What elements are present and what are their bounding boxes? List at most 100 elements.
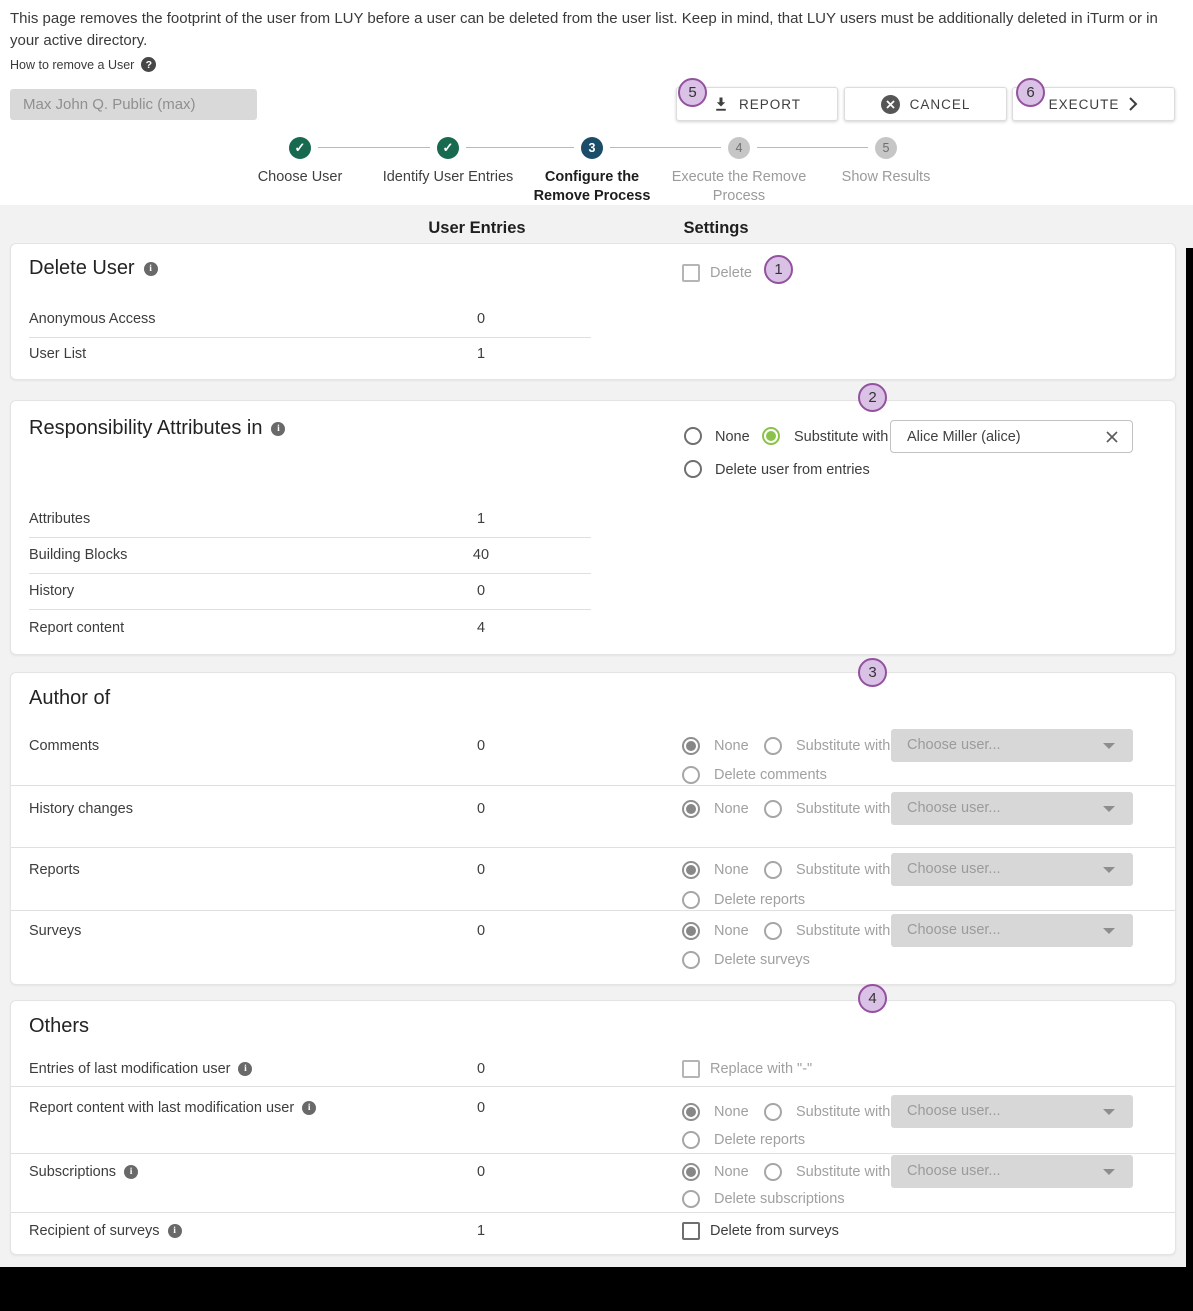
cancel-button[interactable]: CANCEL [844, 87, 1007, 121]
divider [11, 910, 1175, 911]
none-label: None [714, 862, 749, 878]
step-1-circle[interactable] [289, 137, 311, 159]
step-1-label: Choose User [215, 168, 385, 187]
responsibility-delete-label: Delete user from entries [715, 462, 870, 478]
divider [11, 1212, 1175, 1213]
step-5-circle[interactable]: 5 [875, 137, 897, 159]
delete-reports-label: Delete reports [714, 1132, 805, 1148]
card-title-author-of: Author of [29, 687, 110, 710]
none-label: None [714, 738, 749, 754]
annotation-1: 1 [764, 255, 793, 284]
delete-from-surveys-checkbox[interactable] [682, 1222, 700, 1240]
row-value: 0 [411, 862, 551, 878]
replace-with-dash-label: Replace with "-" [710, 1061, 812, 1077]
help-link[interactable]: How to remove a User [10, 58, 134, 72]
row-value: 0 [411, 1100, 551, 1116]
help-question-icon[interactable] [141, 57, 156, 72]
check-icon [295, 140, 306, 156]
column-header-user-entries: User Entries [397, 219, 557, 238]
subscriptions-none-radio [682, 1163, 700, 1181]
info-icon[interactable] [124, 1165, 138, 1179]
row-value: 0 [411, 923, 551, 939]
row-label: Anonymous Access [29, 311, 156, 327]
responsibility-delete-radio[interactable] [684, 460, 702, 478]
step-5-number: 5 [883, 141, 890, 155]
card-title-responsibility: Responsibility Attributes in [29, 417, 285, 440]
divider [29, 537, 591, 538]
info-icon[interactable] [271, 422, 285, 436]
divider [11, 847, 1175, 848]
row-label: Attributes [29, 511, 90, 527]
screenshot-bottom-edge [0, 1267, 1193, 1311]
row-label: Reports [29, 862, 80, 878]
step-connector [610, 147, 721, 148]
responsibility-none-radio[interactable] [684, 427, 702, 445]
report-content-substitute-radio [764, 1103, 782, 1121]
column-header-settings: Settings [636, 219, 796, 238]
step-connector [757, 147, 868, 148]
dropdown-arrow-icon [1103, 928, 1115, 934]
step-5-label: Show Results [801, 168, 971, 187]
dropdown-arrow-icon [1103, 743, 1115, 749]
report-content-none-radio [682, 1103, 700, 1121]
execute-button-label: EXECUTE [1049, 97, 1120, 112]
info-icon[interactable] [238, 1062, 252, 1076]
reports-none-radio [682, 861, 700, 879]
step-3-circle[interactable]: 3 [581, 137, 603, 159]
substitute-label: Substitute with [796, 1104, 890, 1120]
replace-with-dash-checkbox [682, 1060, 700, 1078]
substitute-label: Substitute with [796, 1164, 890, 1180]
substitute-label: Substitute with [796, 801, 890, 817]
row-label: Building Blocks [29, 547, 127, 563]
choose-user-placeholder: Choose user... [907, 861, 1001, 877]
card-responsibility-attributes: Responsibility Attributes in None Substi… [10, 400, 1176, 655]
clear-x-icon[interactable] [1105, 430, 1119, 449]
row-label-text: Reports [29, 862, 80, 878]
info-icon[interactable] [168, 1224, 182, 1238]
divider [29, 609, 591, 610]
row-label-text: User List [29, 346, 86, 362]
info-icon[interactable] [302, 1101, 316, 1115]
delete-surveys-radio [682, 951, 700, 969]
delete-reports-label: Delete reports [714, 892, 805, 908]
divider [29, 337, 591, 338]
card-title-text: Delete User [29, 257, 135, 280]
info-icon[interactable] [144, 262, 158, 276]
step-3-number: 3 [589, 141, 596, 155]
row-value: 1 [411, 346, 551, 362]
row-label-text: Report content with last modification us… [29, 1100, 294, 1116]
row-label: Comments [29, 738, 99, 754]
surveys-choose-user-select: Choose user... [891, 914, 1133, 947]
selected-user-field[interactable]: Max John Q. Public (max) [10, 89, 257, 120]
row-label-text: History changes [29, 801, 133, 817]
subscriptions-substitute-radio [764, 1163, 782, 1181]
download-icon [713, 96, 729, 112]
step-2-circle[interactable] [437, 137, 459, 159]
row-label-text: Recipient of surveys [29, 1223, 160, 1239]
step-connector [318, 147, 430, 148]
none-label: None [714, 801, 749, 817]
row-value: 0 [411, 1061, 551, 1077]
surveys-none-radio [682, 922, 700, 940]
divider [11, 1086, 1175, 1087]
step-2-label: Identify User Entries [363, 168, 533, 187]
choose-user-placeholder: Choose user... [907, 1163, 1001, 1179]
responsibility-substitute-radio[interactable] [762, 427, 780, 445]
step-4-label: Execute the Remove Process [664, 168, 814, 206]
annotation-3: 3 [858, 658, 887, 687]
card-author-of: Author of Comments 0 None Substitute wit… [10, 672, 1176, 985]
step-4-circle[interactable]: 4 [728, 137, 750, 159]
divider [11, 785, 1175, 786]
choose-user-placeholder: Choose user... [907, 1103, 1001, 1119]
annotation-6: 6 [1016, 78, 1045, 107]
comments-choose-user-select: Choose user... [891, 729, 1133, 762]
delete-subscriptions-radio [682, 1190, 700, 1208]
choose-user-placeholder: Choose user... [907, 922, 1001, 938]
row-label-text: Anonymous Access [29, 311, 156, 327]
comments-substitute-radio [764, 737, 782, 755]
row-label: Subscriptions [29, 1164, 138, 1180]
substitute-label: Substitute with [796, 738, 890, 754]
card-others: Others Entries of last modification user… [10, 1000, 1176, 1255]
row-label: History changes [29, 801, 133, 817]
substitute-user-input[interactable]: Alice Miller (alice) [890, 420, 1133, 453]
